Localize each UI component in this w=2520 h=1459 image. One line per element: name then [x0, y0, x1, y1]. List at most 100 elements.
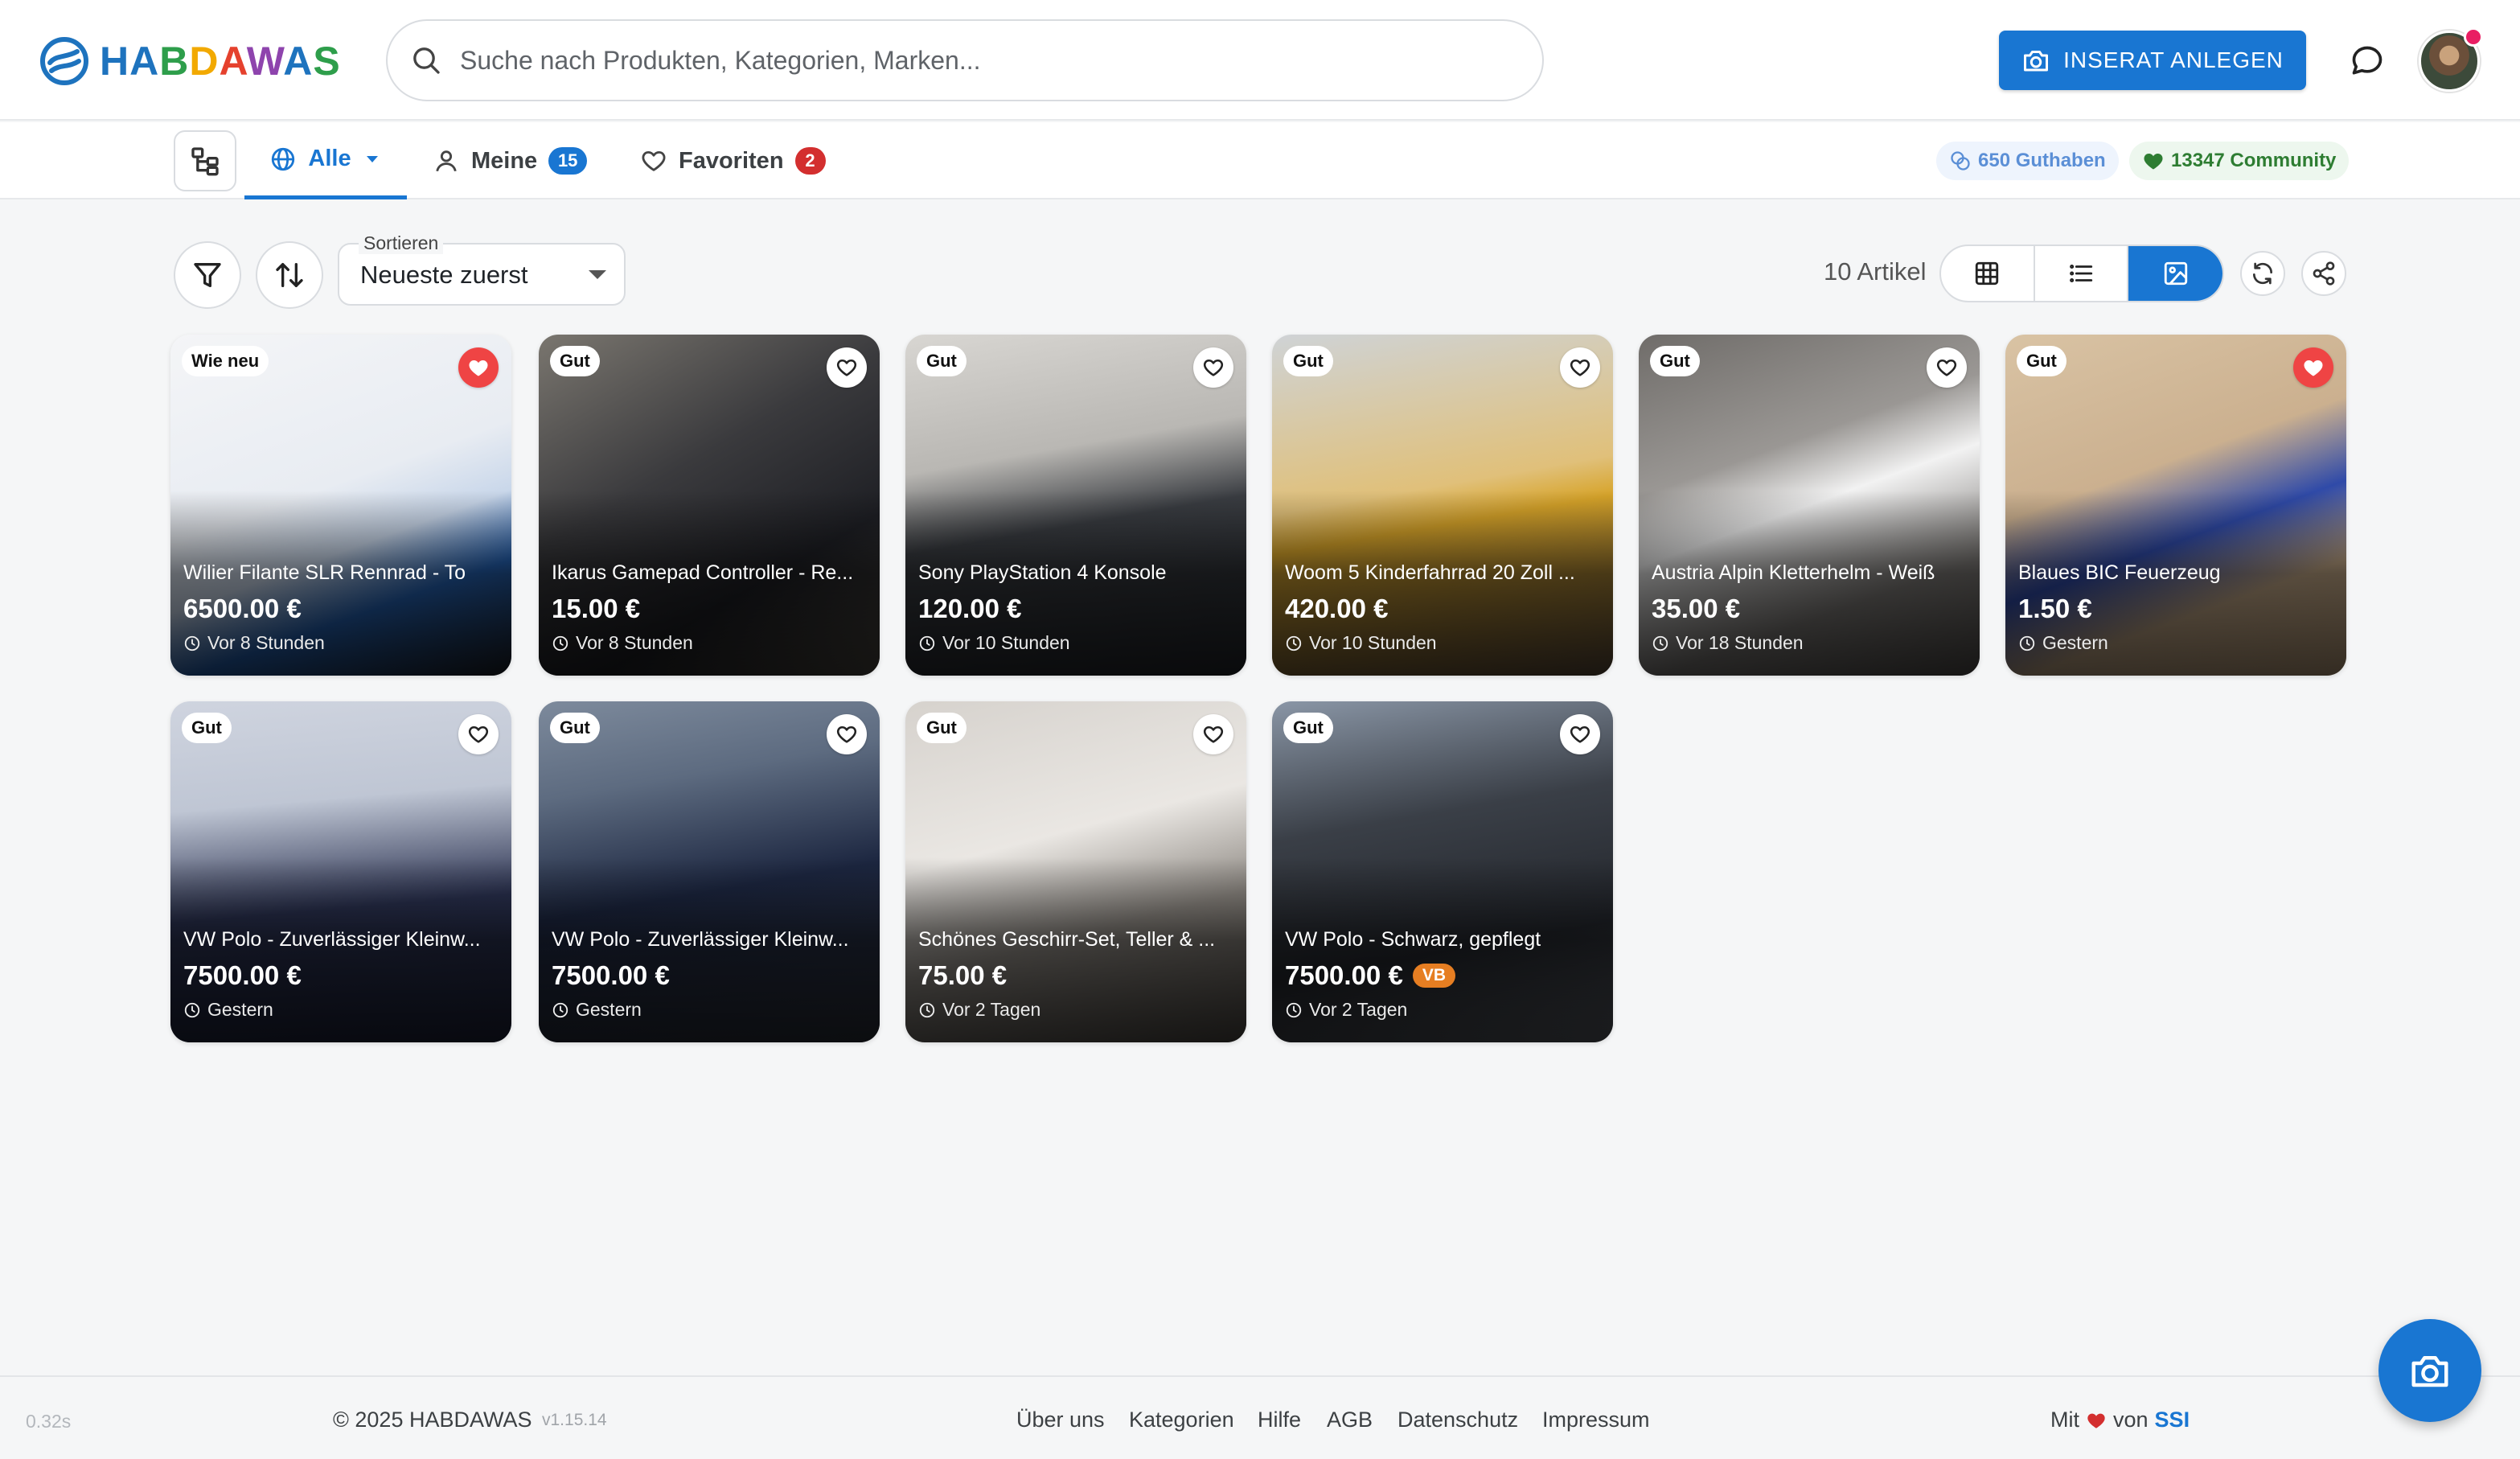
- favorite-button[interactable]: [827, 347, 867, 388]
- footer-link-help[interactable]: Hilfe: [1258, 1408, 1301, 1432]
- made-by-link[interactable]: SSI: [2155, 1408, 2190, 1432]
- favorite-button[interactable]: [458, 347, 499, 388]
- clock-icon: [552, 635, 568, 651]
- clock-icon: [184, 635, 200, 651]
- category-tree-icon: [191, 147, 219, 176]
- made-with-prefix: Mit: [2050, 1408, 2079, 1432]
- listing-time: Vor 18 Stunden: [1652, 632, 1804, 654]
- heart-outline-icon: [468, 725, 489, 743]
- listing-card[interactable]: Gut Schönes Geschirr-Set, Teller & ... 75.…: [905, 701, 1246, 1042]
- community-label: 13347 Community: [2171, 150, 2337, 171]
- brand-name: HABDAWAS: [100, 41, 341, 81]
- camera-icon: [2411, 1356, 2448, 1387]
- messages-button[interactable]: [2346, 40, 2388, 82]
- image-icon: [2164, 261, 2187, 286]
- community-pill[interactable]: 13347 Community: [2129, 142, 2350, 180]
- tab-mine-label: Meine: [471, 147, 538, 174]
- footer-link-imprint[interactable]: Impressum: [1542, 1408, 1650, 1432]
- listing-time: Gestern: [2018, 632, 2108, 654]
- favorite-button[interactable]: [458, 714, 499, 754]
- favorite-button[interactable]: [1193, 714, 1233, 754]
- heart-filled-icon: [2304, 360, 2323, 376]
- footer-link-about[interactable]: Über uns: [1016, 1408, 1105, 1432]
- view-switcher: [1939, 245, 2224, 302]
- heart-outline-icon: [836, 725, 857, 743]
- listing-time-label: Gestern: [576, 999, 642, 1020]
- listing-title: Wilier Filante SLR Rennrad - To: [183, 561, 466, 584]
- floating-camera-button[interactable]: [2378, 1319, 2481, 1422]
- listing-price: 420.00 €: [1285, 594, 1389, 623]
- chat-bubble-icon: [2352, 46, 2383, 75]
- negotiable-badge: VB: [1412, 964, 1455, 988]
- category-tree-button[interactable]: [174, 130, 236, 191]
- condition-badge: Gut: [182, 713, 232, 743]
- credit-pill[interactable]: 650 Guthaben: [1936, 142, 2119, 180]
- made-with-suffix: von: [2113, 1408, 2149, 1432]
- favorite-button[interactable]: [1927, 347, 1967, 388]
- footer-link-categories[interactable]: Kategorien: [1129, 1408, 1234, 1432]
- coins-icon: [1951, 151, 1970, 171]
- tab-mine[interactable]: Meine 15: [433, 122, 588, 199]
- listing-card[interactable]: Gut Blaues BIC Feuerzeug 1.50 € Gestern: [2005, 335, 2346, 676]
- sort-value: Neueste zuerst: [360, 261, 528, 289]
- tab-all[interactable]: Alle: [244, 122, 407, 199]
- favorite-button[interactable]: [1193, 347, 1233, 388]
- listing-price-row: 7500.00 €: [552, 960, 670, 991]
- tab-favorites[interactable]: Favoriten 2: [640, 122, 826, 199]
- filter-icon: [194, 263, 221, 287]
- logo-icon: [40, 37, 88, 85]
- listing-price-row: 35.00 €: [1652, 594, 1740, 624]
- listing-time-label: Vor 10 Stunden: [942, 632, 1070, 653]
- listing-title: Woom 5 Kinderfahrrad 20 Zoll ...: [1285, 561, 1575, 584]
- condition-badge: Gut: [1283, 713, 1333, 743]
- listing-title: Austria Alpin Kletterhelm - Weiß: [1652, 561, 1935, 584]
- refresh-button[interactable]: [2240, 251, 2285, 296]
- listing-title: Blaues BIC Feuerzeug: [2018, 561, 2221, 584]
- sort-select[interactable]: Sortieren Neueste zuerst: [338, 232, 626, 306]
- listing-card[interactable]: Gut Austria Alpin Kletterhelm - Weiß 35.00…: [1639, 335, 1980, 676]
- listing-price: 15.00 €: [552, 594, 641, 623]
- favorite-button[interactable]: [2293, 347, 2333, 388]
- sort-direction-button[interactable]: [256, 241, 323, 309]
- listing-card[interactable]: Gut VW Polo - Schwarz, gepflegt 7500.00 € V…: [1272, 701, 1613, 1042]
- listing-time: Vor 2 Tagen: [918, 999, 1040, 1021]
- list-view-button[interactable]: [2035, 246, 2129, 301]
- condition-badge: Wie neu: [182, 346, 269, 376]
- listing-price: 7500.00 €: [1285, 960, 1403, 990]
- gallery-view-button[interactable]: [2128, 246, 2222, 301]
- favorite-button[interactable]: [1560, 347, 1600, 388]
- search-input[interactable]: [460, 45, 1505, 76]
- grid-view-button[interactable]: [1941, 246, 2035, 301]
- listing-time: Vor 2 Tagen: [1285, 999, 1407, 1021]
- listing-card[interactable]: Gut Woom 5 Kinderfahrrad 20 Zoll ... 420.0…: [1272, 335, 1613, 676]
- footer-link-privacy[interactable]: Datenschutz: [1397, 1408, 1518, 1432]
- listing-price: 75.00 €: [918, 960, 1008, 990]
- clock-icon: [1652, 635, 1668, 651]
- result-count: 10 Artikel: [1824, 257, 1927, 286]
- refresh-icon: [2253, 262, 2272, 285]
- listing-card[interactable]: Gut VW Polo - Zuverlässiger Kleinw... 7500…: [170, 701, 511, 1042]
- listing-card[interactable]: Gut VW Polo - Zuverlässiger Kleinw... 7500…: [539, 701, 880, 1042]
- footer-link-terms[interactable]: AGB: [1327, 1408, 1373, 1432]
- filter-button[interactable]: [174, 241, 241, 309]
- brand-letter: W: [246, 39, 284, 84]
- brand-letter: B: [159, 39, 190, 84]
- listing-time: Vor 10 Stunden: [918, 632, 1070, 654]
- condition-badge: Gut: [2017, 346, 2066, 376]
- listing-card[interactable]: Gut Ikarus Gamepad Controller - Re... 15.0…: [539, 335, 880, 676]
- grid-icon: [1976, 261, 1999, 286]
- clock-icon: [2019, 635, 2035, 651]
- search-bar[interactable]: [386, 19, 1544, 101]
- top-header: HABDAWAS INSERAT ANLEGEN: [0, 0, 2520, 121]
- create-listing-button[interactable]: INSERAT ANLEGEN: [1999, 31, 2306, 90]
- chevron-down-icon: [366, 155, 378, 162]
- listing-card[interactable]: Wie neu Wilier Filante SLR Rennrad - To 65…: [170, 335, 511, 676]
- heart-filled-icon: [469, 360, 488, 376]
- logo[interactable]: HABDAWAS: [39, 32, 341, 90]
- favorite-button[interactable]: [827, 714, 867, 754]
- share-button[interactable]: [2301, 251, 2346, 296]
- listing-price: 6500.00 €: [183, 594, 302, 623]
- user-icon: [436, 150, 457, 172]
- listing-card[interactable]: Gut Sony PlayStation 4 Konsole 120.00 € Vor…: [905, 335, 1246, 676]
- favorite-button[interactable]: [1560, 714, 1600, 754]
